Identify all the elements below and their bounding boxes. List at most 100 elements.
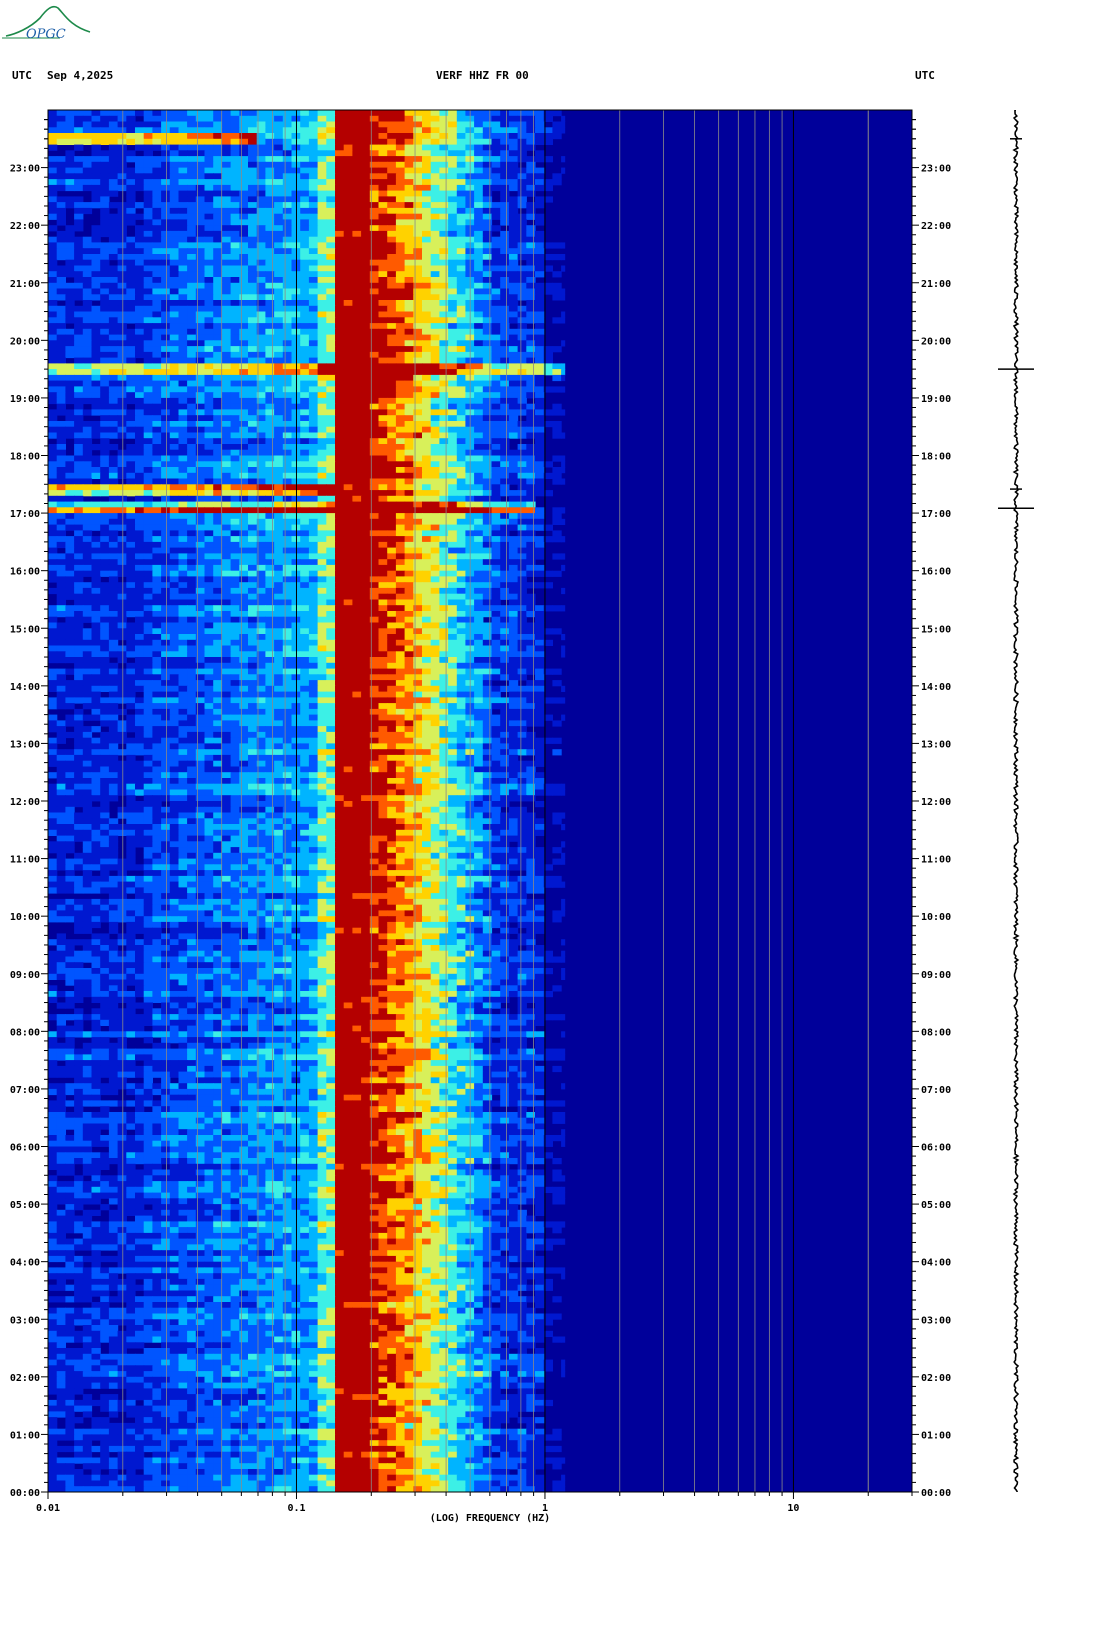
heat-cell: [508, 311, 519, 318]
heat-cell: [526, 564, 536, 572]
heat-cell: [56, 213, 66, 220]
heat-cell: [335, 605, 345, 612]
heat-cell: [422, 115, 432, 122]
heat-cell: [422, 432, 432, 439]
heat-cell: [221, 513, 232, 520]
heat-cell: [474, 438, 484, 445]
heat-cell: [395, 472, 406, 479]
heat-cell: [282, 317, 293, 324]
heat-cell: [213, 340, 223, 347]
heat-cell: [178, 150, 188, 157]
heat-cell: [230, 449, 240, 456]
heat-cell: [456, 138, 467, 145]
heat-cell: [204, 397, 214, 405]
heat-cell: [282, 328, 293, 335]
heat-cell: [161, 334, 171, 341]
heat-cell: [100, 294, 110, 301]
heat-cell: [265, 179, 275, 186]
heat-cell: [517, 323, 527, 330]
heat-cell: [178, 305, 188, 312]
heat-cell: [248, 530, 258, 537]
heat-cell: [422, 351, 432, 359]
heat-cell: [204, 587, 214, 595]
heat-cell: [378, 541, 388, 549]
heat-cell: [178, 547, 188, 554]
heat-cell: [187, 225, 197, 232]
heat-cell: [474, 409, 484, 416]
heat-cell: [456, 121, 467, 128]
heat-cell: [404, 282, 414, 289]
heat-cell: [352, 449, 362, 456]
heat-cell: [108, 507, 119, 514]
heat-cell: [82, 357, 93, 364]
heat-cell: [169, 449, 180, 456]
heat-cell: [439, 282, 449, 289]
heat-cell: [74, 121, 84, 128]
heat-cell: [265, 334, 275, 341]
heat-cell: [378, 196, 388, 203]
heat-cell: [300, 380, 310, 387]
heat-cell: [82, 392, 93, 399]
heat-cell: [482, 599, 493, 606]
heat-cell: [169, 317, 180, 324]
heat-cell: [378, 265, 388, 272]
heat-cell: [439, 311, 449, 318]
heat-cell: [161, 179, 171, 186]
heat-cell: [430, 317, 440, 324]
heat-cell: [265, 369, 275, 376]
heat-cell: [143, 524, 153, 531]
heat-cell: [500, 184, 510, 192]
heat-cell: [535, 432, 545, 439]
heat-cell: [439, 449, 449, 456]
heat-cell: [317, 513, 327, 520]
heat-cell: [117, 582, 127, 589]
heat-cell: [300, 547, 310, 554]
heat-cell: [169, 334, 180, 341]
heat-cell: [239, 582, 249, 589]
heat-cell: [404, 202, 414, 209]
heat-cell: [317, 288, 327, 295]
heat-cell: [91, 490, 101, 497]
heat-cell: [526, 374, 536, 382]
heat-cell: [152, 403, 162, 410]
heat-cell: [230, 161, 240, 168]
heat-cell: [404, 599, 414, 606]
heat-cell: [161, 282, 171, 289]
heat-cell: [230, 202, 240, 209]
heat-cell: [239, 346, 249, 353]
heat-cell: [422, 403, 432, 410]
heat-cell: [265, 524, 275, 531]
heat-cell: [161, 513, 171, 520]
heat-cell: [482, 467, 493, 474]
heat-cell: [343, 144, 353, 151]
heat-cell: [361, 611, 371, 618]
heat-cell: [161, 576, 171, 583]
heat-cell: [474, 277, 484, 284]
heat-cell: [169, 484, 180, 491]
heat-cell: [126, 444, 136, 451]
heat-cell: [108, 432, 119, 439]
heat-cell: [82, 133, 93, 140]
heat-cell: [74, 553, 84, 560]
heat-cell: [482, 311, 493, 318]
heat-cell: [491, 495, 501, 502]
heat-cell: [508, 225, 519, 232]
heat-cell: [378, 438, 388, 445]
heat-cell: [439, 202, 449, 209]
heat-cell: [378, 444, 388, 451]
heat-cell: [187, 484, 197, 491]
heat-cell: [352, 265, 362, 272]
heat-cell: [335, 300, 345, 307]
heat-cell: [500, 564, 510, 572]
heat-cell: [169, 196, 180, 203]
heat-cell: [508, 409, 519, 416]
heat-cell: [161, 536, 171, 543]
heat-cell: [404, 513, 414, 520]
heat-cell: [169, 161, 180, 168]
heat-cell: [317, 484, 327, 491]
heat-cell: [56, 513, 66, 520]
heat-cell: [448, 213, 458, 220]
heat-cell: [422, 213, 432, 220]
heat-cell: [195, 380, 206, 387]
heat-cell: [248, 449, 258, 456]
